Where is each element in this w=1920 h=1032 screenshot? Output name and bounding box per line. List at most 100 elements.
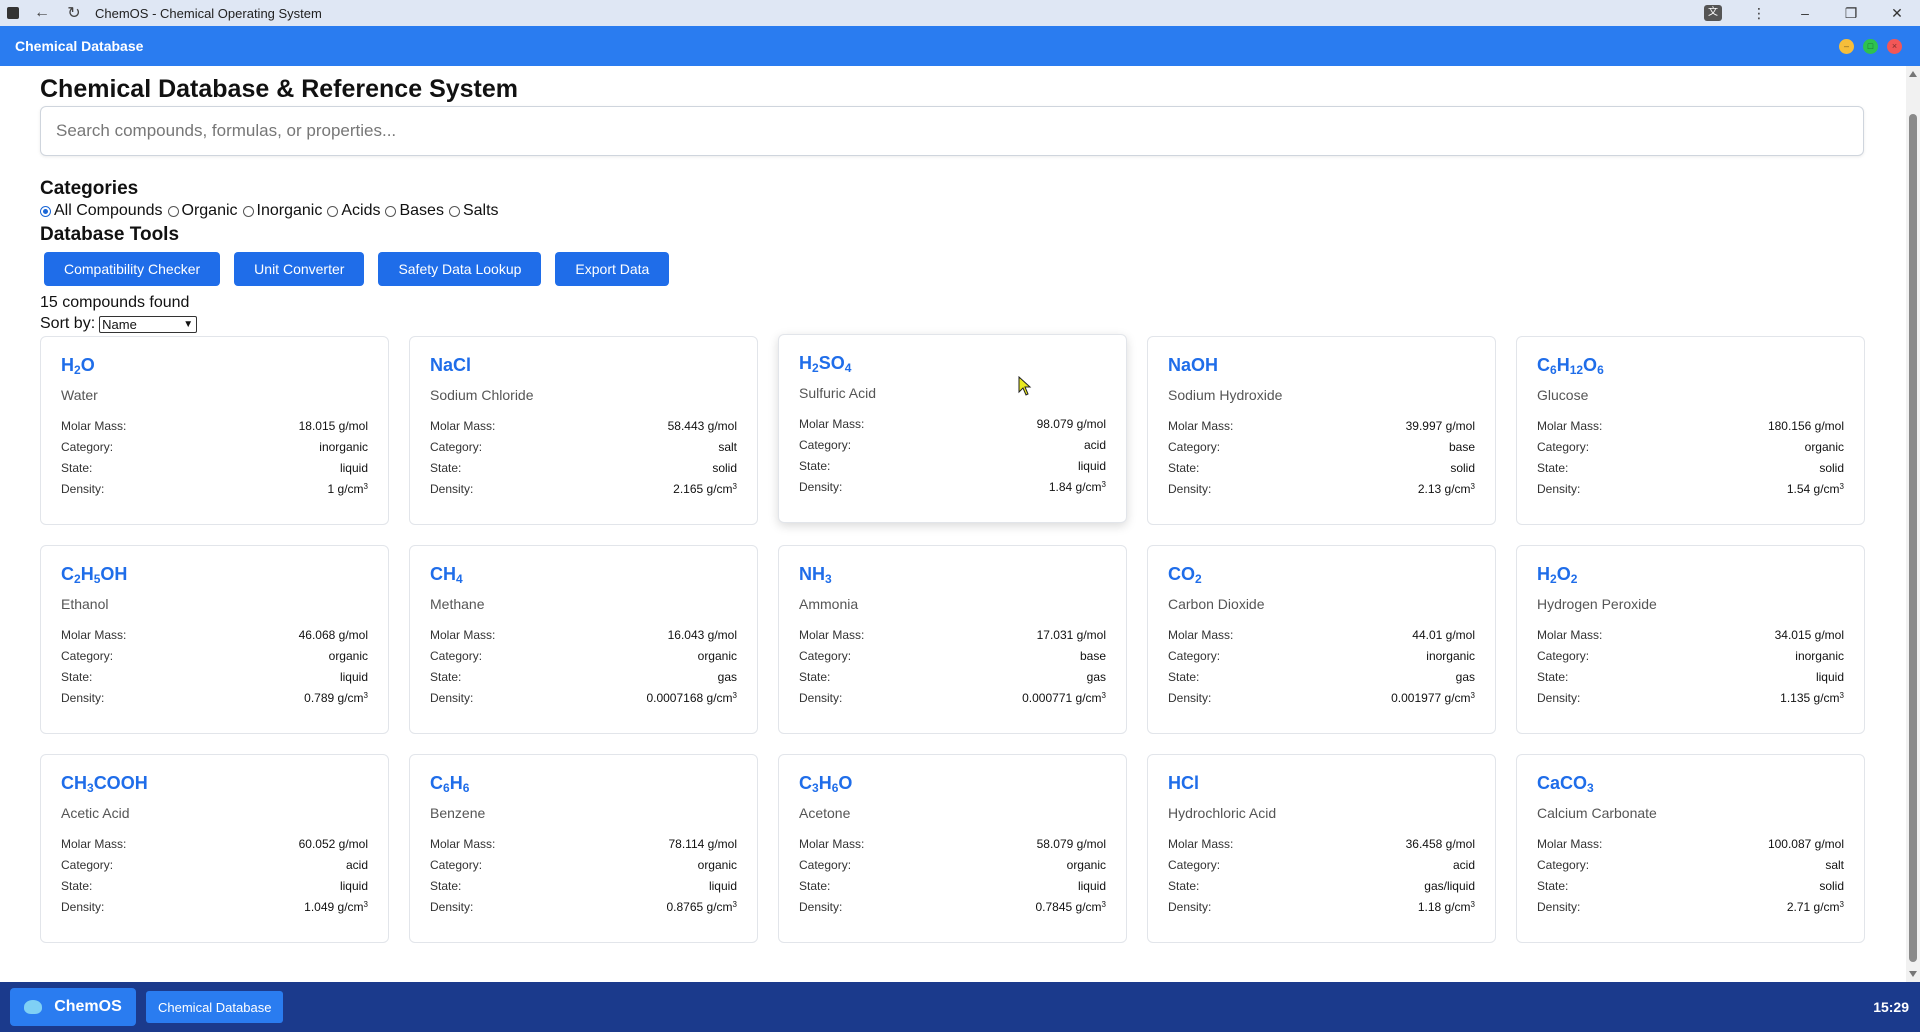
category-radio-organic[interactable]: Organic xyxy=(167,202,238,220)
radio-circle[interactable] xyxy=(242,205,254,217)
property-value: acid xyxy=(1452,858,1475,872)
formula-part: HCl xyxy=(1168,773,1199,793)
density-unit: g/cm xyxy=(1075,900,1102,914)
window-minimize-button[interactable]: – xyxy=(1839,38,1854,54)
scrollbar[interactable] xyxy=(1906,66,1920,982)
property-row-category: Category: inorganic xyxy=(61,440,368,461)
back-arrow-icon[interactable]: ← xyxy=(33,4,51,22)
compound-card[interactable]: NaOH Sodium Hydroxide Molar Mass: 39.997 g/… xyxy=(1147,336,1496,525)
compound-card[interactable]: NH3 Ammonia Molar Mass: 17.031 g/mol Categor… xyxy=(778,545,1127,734)
compound-card[interactable]: C6H12O6 Glucose Molar Mass: 180.156 g/mol Ca… xyxy=(1516,336,1865,525)
compound-card[interactable]: C6H6 Benzene Molar Mass: 78.114 g/mol Catego… xyxy=(409,754,758,943)
property-value: 1 g/cm3 xyxy=(328,482,369,503)
formula-part: H xyxy=(1537,564,1550,584)
window-header: Chemical Database – □ × xyxy=(0,26,1920,66)
density-number: 2.13 xyxy=(1417,482,1442,496)
property-value: 0.0007168 g/cm3 xyxy=(646,691,737,712)
menu-icon[interactable]: ⋮ xyxy=(1736,5,1782,22)
property-row-density: Density: 2.71 g/cm3 xyxy=(1537,900,1844,921)
unit-converter-button[interactable]: Unit Converter xyxy=(234,252,365,286)
property-row-molar-mass: Molar Mass: 17.031 g/mol xyxy=(799,628,1106,649)
minimize-icon[interactable]: – xyxy=(1782,5,1828,21)
property-value: 16.043 g/mol xyxy=(667,628,737,642)
density-number: 1.54 xyxy=(1786,482,1811,496)
property-label: Molar Mass: xyxy=(430,837,496,851)
property-row-state: State: solid xyxy=(1537,461,1844,482)
window-maximize-button[interactable]: □ xyxy=(1863,38,1878,54)
compound-card[interactable]: C3H6O Acetone Molar Mass: 58.079 g/mol Categ… xyxy=(778,754,1127,943)
scroll-up-icon[interactable] xyxy=(1909,71,1917,77)
property-value: solid xyxy=(1819,879,1844,893)
density-number: 1 xyxy=(327,482,335,496)
formula-part: O xyxy=(1556,564,1571,584)
property-row-category: Category: inorganic xyxy=(1537,649,1844,670)
density-exponent: 3 xyxy=(1470,900,1475,909)
category-radio-inorganic[interactable]: Inorganic xyxy=(242,202,322,220)
compound-card[interactable]: H2O2 Hydrogen Peroxide Molar Mass: 34.015 g… xyxy=(1516,545,1865,734)
property-value: 98.079 g/mol xyxy=(1036,417,1106,431)
compound-card[interactable]: H2O Water Molar Mass: 18.015 g/mol Category:… xyxy=(40,336,389,525)
property-value: acid xyxy=(345,858,368,872)
category-radio-acids[interactable]: Acids xyxy=(327,202,380,220)
start-button[interactable]: ChemOS xyxy=(10,988,136,1026)
compound-card[interactable]: C2H5OH Ethanol Molar Mass: 46.068 g/mol Cate… xyxy=(40,545,389,734)
property-row-molar-mass: Molar Mass: 100.087 g/mol xyxy=(1537,837,1844,858)
property-label: Molar Mass: xyxy=(799,628,865,642)
property-label: Molar Mass: xyxy=(1537,628,1603,642)
property-label: Molar Mass: xyxy=(1168,837,1234,851)
compound-properties: Molar Mass: 44.01 g/mol Category: inorganic… xyxy=(1168,628,1475,712)
categories-heading: Categories xyxy=(40,178,139,199)
category-radio-salts[interactable]: Salts xyxy=(448,202,499,220)
translate-icon[interactable]: 文 xyxy=(1704,5,1722,21)
density-exponent: 3 xyxy=(1470,482,1475,491)
search-input[interactable] xyxy=(40,106,1864,156)
compound-card[interactable]: NaCl Sodium Chloride Molar Mass: 58.443 g/m… xyxy=(409,336,758,525)
radio-circle[interactable] xyxy=(40,205,51,217)
scrollbar-thumb[interactable] xyxy=(1909,114,1917,962)
property-label: Molar Mass: xyxy=(799,837,865,851)
compound-name: Methane xyxy=(430,596,485,612)
formula-part: H xyxy=(80,564,94,584)
density-unit: g/cm xyxy=(337,482,364,496)
taskbar-item-chemical-database[interactable]: Chemical Database xyxy=(146,991,284,1023)
safety-data-lookup-button[interactable]: Safety Data Lookup xyxy=(378,252,542,286)
radio-label: Bases xyxy=(399,202,444,219)
compound-properties: Molar Mass: 16.043 g/mol Category: organic S… xyxy=(430,628,737,712)
radio-circle[interactable] xyxy=(167,205,179,217)
sort-select[interactable]: Name ▼ xyxy=(99,315,198,333)
compound-card[interactable]: CO2 Carbon Dioxide Molar Mass: 44.01 g/mol C… xyxy=(1147,545,1496,734)
property-value: gas xyxy=(1455,670,1475,684)
sort-label: Sort by: xyxy=(40,315,96,332)
radio-circle[interactable] xyxy=(385,205,397,217)
scroll-down-icon[interactable] xyxy=(1909,971,1917,977)
property-label: Molar Mass: xyxy=(1168,419,1234,433)
window-close-button[interactable]: × xyxy=(1887,38,1902,54)
export-data-button[interactable]: Export Data xyxy=(555,252,670,286)
radio-circle[interactable] xyxy=(448,205,460,217)
category-radio-bases[interactable]: Bases xyxy=(385,202,444,220)
maximize-icon[interactable]: ❐ xyxy=(1828,5,1874,22)
compound-card[interactable]: CH4 Methane Molar Mass: 16.043 g/mol Categor… xyxy=(409,545,758,734)
property-label: Molar Mass: xyxy=(61,419,127,433)
property-value: solid xyxy=(1819,461,1844,475)
property-value: 180.156 g/mol xyxy=(1767,419,1844,433)
compatibility-checker-button[interactable]: Compatibility Checker xyxy=(44,252,221,286)
compound-name: Benzene xyxy=(430,805,486,821)
formula-subscript: 6 xyxy=(1597,363,1604,377)
category-radio-all-compounds[interactable]: All Compounds xyxy=(40,202,163,220)
reload-icon[interactable]: ↻ xyxy=(65,4,83,22)
property-label: State: xyxy=(1168,670,1200,684)
formula-part: CH xyxy=(61,773,87,793)
compound-card[interactable]: H2SO4 Sulfuric Acid Molar Mass: 98.079 g/mo… xyxy=(778,334,1127,523)
compound-card[interactable]: CaCO3 Calcium Carbonate Molar Mass: 100.087… xyxy=(1516,754,1865,943)
close-icon[interactable]: ✕ xyxy=(1874,5,1920,22)
compound-properties: Molar Mass: 46.068 g/mol Category: organic S… xyxy=(61,628,368,712)
property-row-category: Category: inorganic xyxy=(1168,649,1475,670)
compound-card[interactable]: CH3COOH Acetic Acid Molar Mass: 60.052 g/mo… xyxy=(40,754,389,943)
property-value: 1.18 g/cm3 xyxy=(1418,900,1475,921)
radio-circle[interactable] xyxy=(327,205,339,217)
property-label: Molar Mass: xyxy=(1537,419,1603,433)
property-label: Molar Mass: xyxy=(61,628,127,642)
compound-card[interactable]: HCl Hydrochloric Acid Molar Mass: 36.458 g/… xyxy=(1147,754,1496,943)
density-exponent: 3 xyxy=(363,691,368,700)
